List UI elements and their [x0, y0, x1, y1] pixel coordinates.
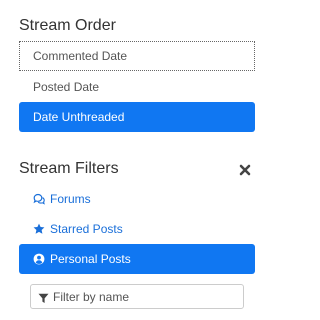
user-circle-icon — [33, 246, 45, 265]
star-icon — [33, 216, 45, 234]
order-option-label: Commented Date — [33, 49, 128, 63]
close-icon[interactable] — [239, 163, 251, 176]
filter-item-personal-posts[interactable]: Personal Posts — [19, 244, 255, 274]
filter-search-box[interactable] — [30, 284, 244, 309]
stream-filters-title: Stream Filters — [19, 160, 119, 177]
filter-item-forums[interactable]: Forums — [19, 184, 255, 214]
filter-icon — [38, 291, 49, 303]
order-option-label: Posted Date — [33, 80, 100, 94]
order-option-label: Date Unthreaded — [33, 110, 125, 124]
filter-item-label: Personal Posts — [50, 252, 131, 266]
forums-icon — [33, 186, 45, 205]
filter-item-label: Forums — [50, 192, 91, 206]
order-option-posted-date[interactable]: Posted Date — [19, 72, 255, 102]
order-option-commented-date[interactable]: Commented Date — [19, 41, 255, 71]
stream-order-title: Stream Order — [19, 17, 116, 34]
filter-item-label: Starred Posts — [50, 222, 123, 236]
order-option-date-unthreaded[interactable]: Date Unthreaded — [19, 102, 255, 132]
filter-item-starred-posts[interactable]: Starred Posts — [19, 214, 255, 244]
filter-search-input[interactable] — [53, 288, 238, 305]
